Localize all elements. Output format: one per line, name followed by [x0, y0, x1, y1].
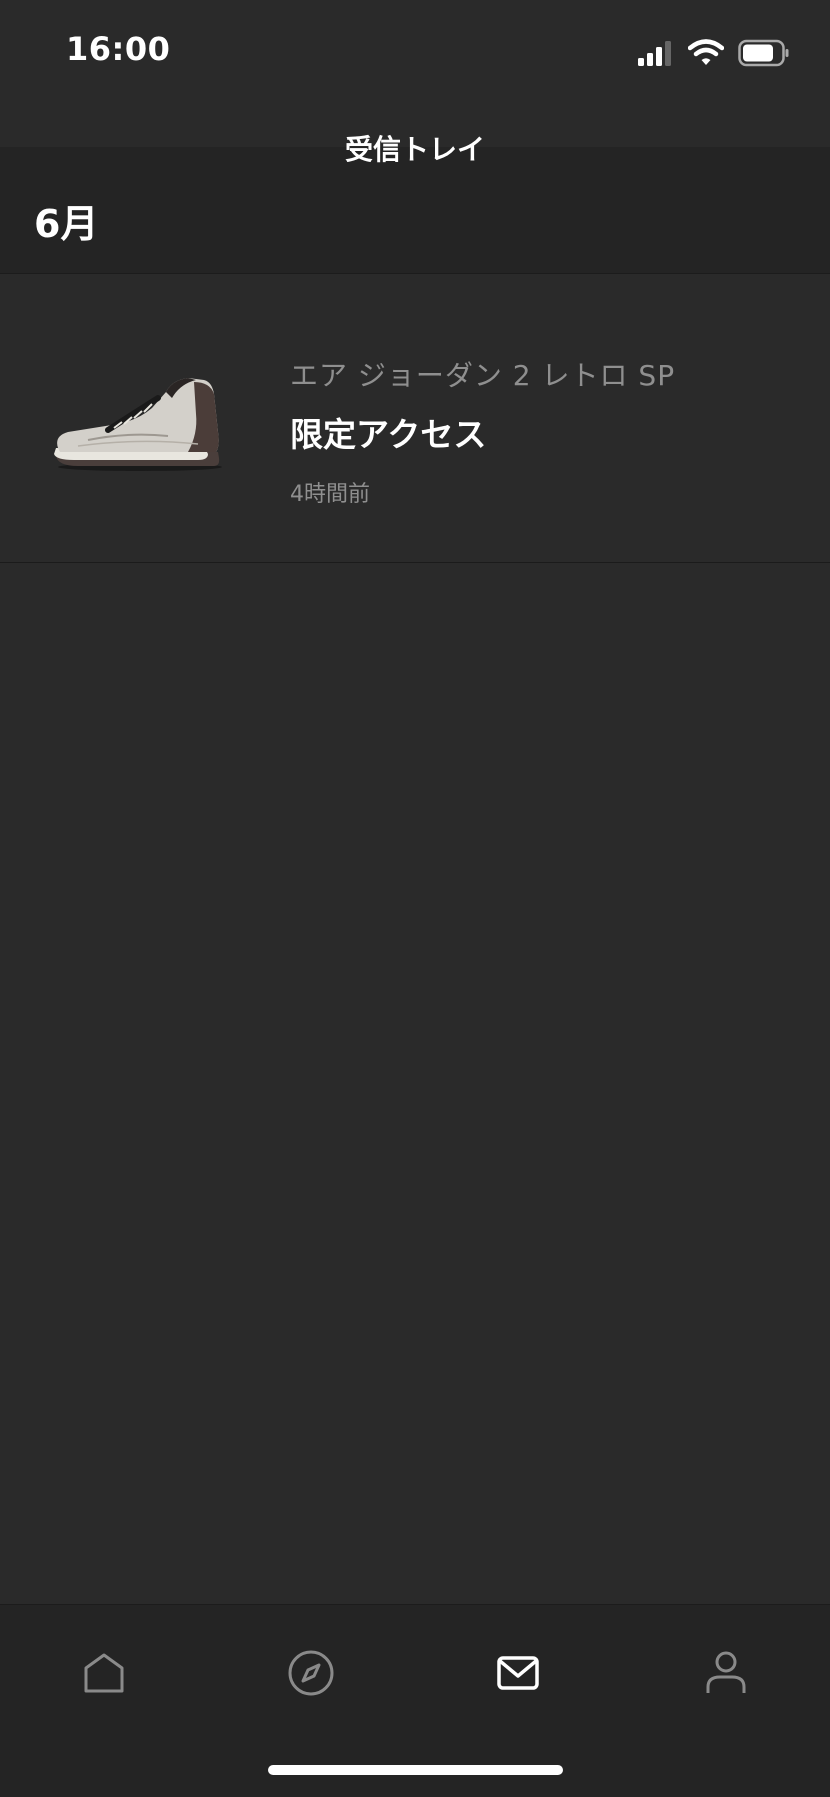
notification-product-name: エア ジョーダン 2 レトロ SP [290, 359, 676, 392]
tab-home[interactable] [74, 1643, 134, 1703]
tab-profile[interactable] [696, 1643, 756, 1703]
profile-icon [706, 1651, 746, 1693]
notification-text: エア ジョーダン 2 レトロ SP 限定アクセス 4時間前 [290, 354, 675, 508]
sneaker-image [54, 378, 222, 471]
inbox-icon [497, 1656, 539, 1690]
tab-discover[interactable] [281, 1643, 341, 1703]
section-title-month: 6月 [34, 202, 99, 246]
compass-icon [288, 1650, 334, 1696]
page-title: 受信トレイ [344, 133, 485, 166]
tab-inbox[interactable] [488, 1643, 548, 1703]
status-bar: 16:00 [0, 0, 830, 110]
home-indicator[interactable] [268, 1765, 563, 1775]
home-icon [84, 1653, 124, 1693]
status-icons [638, 38, 790, 68]
notification-timestamp: 4時間前 [290, 482, 370, 507]
notification-title: 限定アクセス [290, 415, 487, 454]
battery-icon [738, 39, 789, 67]
notification-item[interactable]: エア ジョーダン 2 レトロ SP 限定アクセス 4時間前 [0, 274, 830, 563]
wifi-icon [688, 39, 724, 65]
signal-icon [638, 41, 671, 66]
status-time: 16:00 [66, 30, 171, 68]
